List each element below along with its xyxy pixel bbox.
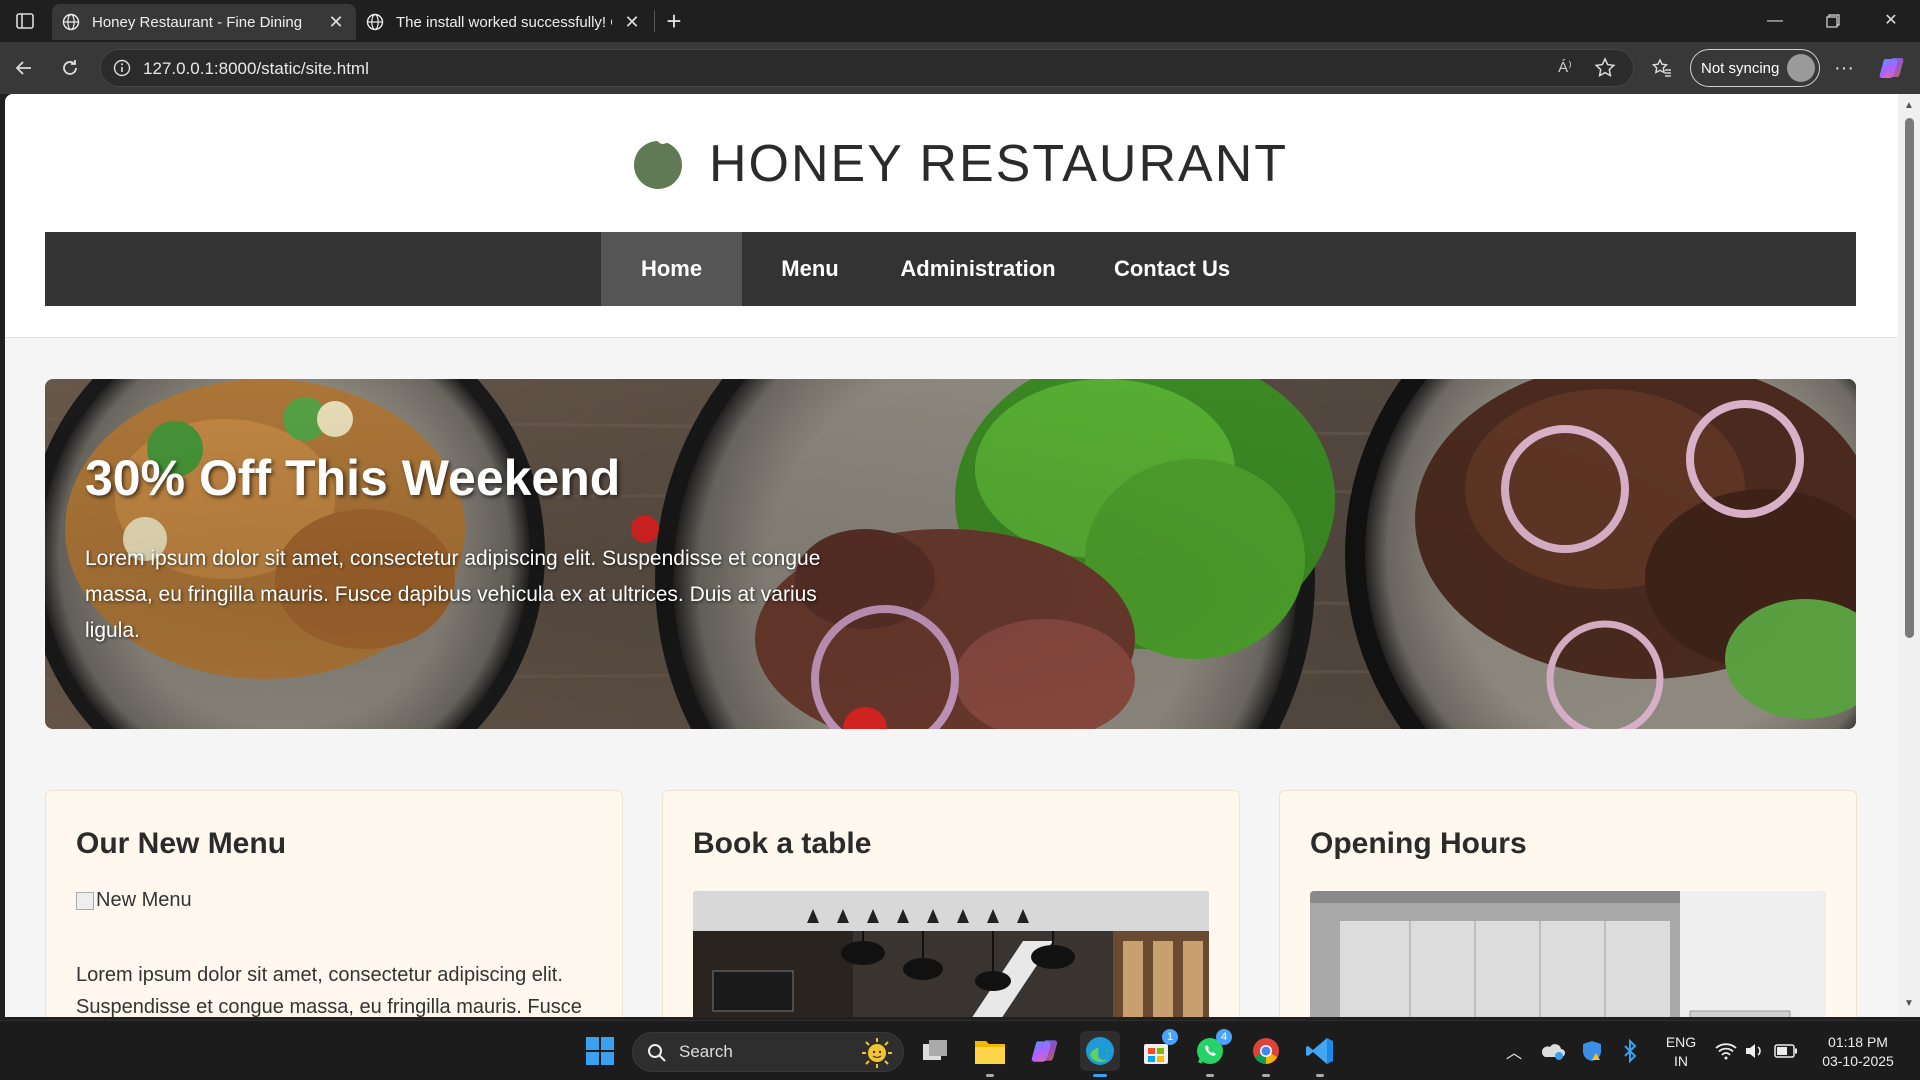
globe-icon bbox=[62, 13, 80, 31]
clock-date: 03-10-2025 bbox=[1822, 1053, 1894, 1069]
page-scrollbar[interactable]: ▲ ▼ bbox=[1898, 94, 1920, 1017]
battery-icon[interactable] bbox=[1766, 1031, 1806, 1071]
image-alt-text: New Menu bbox=[96, 889, 192, 911]
running-indicator bbox=[1262, 1074, 1270, 1077]
new-tab-icon[interactable]: + bbox=[660, 8, 688, 36]
vscode-icon[interactable] bbox=[1300, 1031, 1340, 1077]
kitchen-image bbox=[1310, 891, 1826, 1017]
restore-icon[interactable] bbox=[1804, 0, 1862, 42]
running-indicator bbox=[1093, 1074, 1107, 1077]
tab-title: The install worked successfully! Co bbox=[396, 13, 612, 31]
broken-image: New Menu bbox=[76, 889, 192, 912]
store-badge: 1 bbox=[1162, 1029, 1178, 1045]
globe-icon bbox=[366, 13, 384, 31]
chrome-icon[interactable] bbox=[1246, 1031, 1286, 1077]
sync-label: Not syncing bbox=[1701, 59, 1780, 77]
task-view-icon[interactable] bbox=[916, 1031, 956, 1071]
close-tab-icon[interactable]: ✕ bbox=[622, 12, 642, 32]
tab-honey-restaurant[interactable]: Honey Restaurant - Fine Dining ✕ bbox=[52, 4, 356, 40]
profile-sync-button[interactable]: Not syncing bbox=[1690, 49, 1820, 87]
search-icon bbox=[648, 1044, 666, 1062]
windows-taskbar: Search 1 4 ︿ ENG IN 01:18 PM 03-10-2025 bbox=[0, 1020, 1920, 1080]
tab-actions-icon[interactable] bbox=[12, 8, 38, 34]
site-info-icon[interactable] bbox=[113, 59, 131, 77]
running-indicator bbox=[1316, 1074, 1324, 1077]
clock-time: 01:18 PM bbox=[1828, 1034, 1888, 1050]
card-opening-hours: Opening Hours bbox=[1279, 790, 1857, 1017]
nav-administration[interactable]: Administration bbox=[878, 232, 1078, 306]
language-code: ENG bbox=[1665, 1034, 1697, 1050]
site-header: HONEY RESTAURANT Home Menu Administratio… bbox=[5, 94, 1898, 338]
windows-start-icon[interactable] bbox=[580, 1031, 620, 1071]
scroll-up-icon[interactable]: ▲ bbox=[1903, 100, 1915, 112]
page-viewport: HONEY RESTAURANT Home Menu Administratio… bbox=[5, 94, 1898, 1017]
honey-logo-icon bbox=[634, 138, 682, 189]
card-title: Opening Hours bbox=[1310, 827, 1527, 860]
refresh-icon[interactable] bbox=[54, 52, 86, 84]
running-indicator bbox=[1206, 1074, 1214, 1077]
file-explorer-icon[interactable] bbox=[970, 1031, 1010, 1077]
site-brand: HONEY RESTAURANT bbox=[709, 135, 1289, 193]
card-book-table: Book a table bbox=[662, 790, 1240, 1017]
search-label: Search bbox=[679, 1042, 733, 1061]
language-indicator[interactable]: ENG IN bbox=[1660, 1033, 1702, 1071]
nav-home[interactable]: Home bbox=[601, 232, 742, 306]
more-options-icon[interactable]: ··· bbox=[1828, 52, 1860, 84]
running-indicator bbox=[986, 1074, 994, 1077]
bluetooth-icon[interactable] bbox=[1610, 1031, 1650, 1071]
copilot-app-icon[interactable] bbox=[1025, 1031, 1065, 1071]
broken-image-icon bbox=[76, 891, 94, 910]
minimize-icon[interactable]: — bbox=[1746, 0, 1804, 42]
url-text[interactable]: 127.0.0.1:8000/static/site.html bbox=[143, 59, 369, 79]
tab-install-worked[interactable]: The install worked successfully! Co ✕ bbox=[356, 4, 652, 40]
read-aloud-icon[interactable]: Á⁾ bbox=[1553, 56, 1577, 80]
hero-banner: 30% Off This Weekend Lorem ipsum dolor s… bbox=[45, 379, 1856, 729]
tab-separator bbox=[654, 10, 655, 32]
close-tab-icon[interactable]: ✕ bbox=[326, 12, 346, 32]
card-title: Our New Menu bbox=[76, 827, 287, 860]
show-hidden-icons-icon[interactable]: ︿ bbox=[1494, 1031, 1534, 1071]
copilot-icon[interactable] bbox=[1876, 52, 1908, 84]
profile-avatar-icon bbox=[1787, 54, 1815, 82]
card-title: Book a table bbox=[693, 827, 872, 860]
scroll-thumb[interactable] bbox=[1905, 118, 1914, 638]
edge-browser-icon[interactable] bbox=[1080, 1031, 1120, 1077]
whatsapp-badge: 4 bbox=[1216, 1029, 1232, 1045]
main-nav: Home Menu Administration Contact Us bbox=[45, 232, 1856, 306]
back-arrow-icon[interactable] bbox=[8, 52, 40, 84]
microsoft-store-icon[interactable]: 1 bbox=[1136, 1029, 1178, 1071]
whatsapp-icon[interactable]: 4 bbox=[1190, 1029, 1232, 1077]
address-bar[interactable]: 127.0.0.1:8000/static/site.html Á⁾ bbox=[100, 49, 1634, 87]
security-shield-icon[interactable] bbox=[1572, 1031, 1612, 1071]
close-window-icon[interactable]: ✕ bbox=[1862, 0, 1920, 42]
restaurant-interior-image bbox=[693, 891, 1209, 1017]
scroll-down-icon[interactable]: ▼ bbox=[1903, 998, 1915, 1010]
card-text: Lorem ipsum dolor sit amet, consectetur … bbox=[76, 964, 582, 1017]
hero-title: 30% Off This Weekend bbox=[85, 450, 621, 506]
clock[interactable]: 01:18 PM 03-10-2025 bbox=[1808, 1033, 1908, 1071]
weather-sun-icon bbox=[862, 1038, 892, 1068]
browser-toolbar: 127.0.0.1:8000/static/site.html Á⁾ Not … bbox=[0, 42, 1920, 94]
nav-menu[interactable]: Menu bbox=[742, 232, 878, 306]
onedrive-icon[interactable] bbox=[1532, 1031, 1572, 1071]
hero-text: Lorem ipsum dolor sit amet, consectetur … bbox=[85, 547, 821, 642]
tab-title: Honey Restaurant - Fine Dining bbox=[92, 13, 303, 31]
region-code: IN bbox=[1674, 1053, 1688, 1069]
favorites-icon[interactable] bbox=[1646, 52, 1678, 84]
browser-tab-bar: Honey Restaurant - Fine Dining ✕ The ins… bbox=[0, 0, 1920, 42]
taskbar-search[interactable]: Search bbox=[632, 1032, 904, 1072]
card-new-menu: Our New Menu New Menu Lorem ipsum dolor … bbox=[45, 790, 623, 1017]
favorite-star-icon[interactable] bbox=[1593, 56, 1617, 80]
nav-contact-us[interactable]: Contact Us bbox=[1078, 232, 1266, 306]
